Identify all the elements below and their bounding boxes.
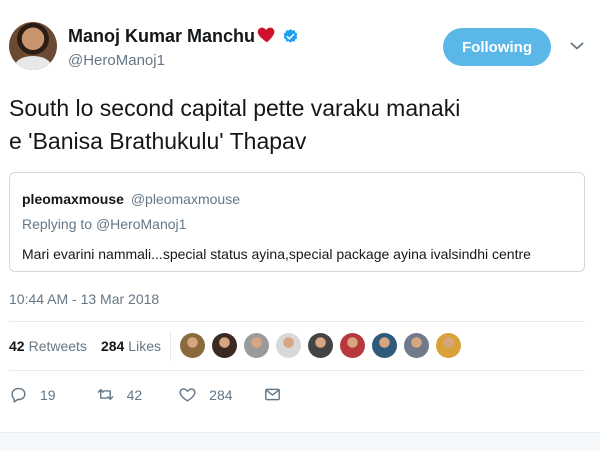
avatar-5[interactable] <box>308 333 333 358</box>
avatar-7[interactable] <box>372 333 397 358</box>
tweet-text: South lo second capital pette varaku man… <box>9 92 579 158</box>
likes-stat[interactable]: 284 Likes <box>101 338 161 354</box>
direct-message-button[interactable] <box>263 385 282 404</box>
retweets-stat[interactable]: 42 Retweets <box>9 338 87 354</box>
user-name[interactable]: Manoj Kumar Manchu <box>68 26 255 47</box>
avatar-3[interactable] <box>244 333 269 358</box>
tweet-stats: 42 Retweets 284 Likes <box>9 338 161 354</box>
avatar-2[interactable] <box>212 333 237 358</box>
following-button[interactable]: Following <box>443 28 551 66</box>
retweet-button[interactable]: 42 <box>96 385 143 404</box>
retweet-count: 42 <box>126 386 143 403</box>
avatar-8[interactable] <box>404 333 429 358</box>
retweets-label: Retweets <box>28 338 87 354</box>
reply-button[interactable]: 19 <box>9 385 56 404</box>
tweet-timestamp[interactable]: 10:44 AM - 13 Mar 2018 <box>9 291 159 307</box>
user-handle[interactable]: @HeroManoj1 <box>68 52 165 69</box>
quoted-tweet-text: Mari evarini nammali...special status ay… <box>22 246 531 262</box>
tweet-actions: 19 42 284 <box>9 385 282 404</box>
avatar-1[interactable] <box>180 333 205 358</box>
likes-count: 284 <box>100 338 125 354</box>
replying-to-prefix: Replying to <box>22 216 93 232</box>
like-button[interactable]: 284 <box>178 385 233 404</box>
likes-label: Likes <box>128 338 161 354</box>
tweet-text-line: South lo second capital pette varaku man… <box>9 95 461 121</box>
quoted-tweet[interactable]: pleomaxmouse @pleomaxmouse Replying to @… <box>9 172 585 272</box>
envelope-icon <box>264 388 280 401</box>
avatar[interactable] <box>9 22 57 70</box>
chevron-down-icon[interactable] <box>569 38 585 54</box>
reply-count: 19 <box>40 386 56 403</box>
quoted-user-handle: @pleomaxmouse <box>130 191 240 207</box>
stats-separator <box>170 331 171 361</box>
replying-to: Replying to @HeroManoj1 <box>22 216 186 232</box>
avatar-4[interactable] <box>276 333 301 358</box>
like-count: 284 <box>209 386 233 403</box>
retweet-icon <box>97 389 113 400</box>
footer-bar <box>0 432 600 451</box>
verified-badge-icon <box>283 28 298 43</box>
tweet-text-line: e 'Banisa Brathukulu' Thapav <box>9 128 307 154</box>
avatar-9[interactable] <box>436 333 461 358</box>
avatar-6[interactable] <box>340 333 365 358</box>
retweets-count: 42 <box>9 338 25 354</box>
divider <box>9 370 585 371</box>
quoted-user-name: pleomaxmouse <box>22 191 124 207</box>
user-name-row: Manoj Kumar Manchu <box>68 24 299 48</box>
tweet-header: Manoj Kumar Manchu @HeroManoj1 Following <box>0 0 600 90</box>
reply-icon <box>11 387 26 403</box>
quoted-tweet-header: pleomaxmouse @pleomaxmouse <box>22 191 240 207</box>
liker-avatars <box>180 333 468 358</box>
heart-icon <box>179 388 196 402</box>
divider <box>9 321 585 322</box>
replying-to-handle[interactable]: @HeroManoj1 <box>96 216 186 232</box>
heart-emoji-icon <box>257 27 275 43</box>
